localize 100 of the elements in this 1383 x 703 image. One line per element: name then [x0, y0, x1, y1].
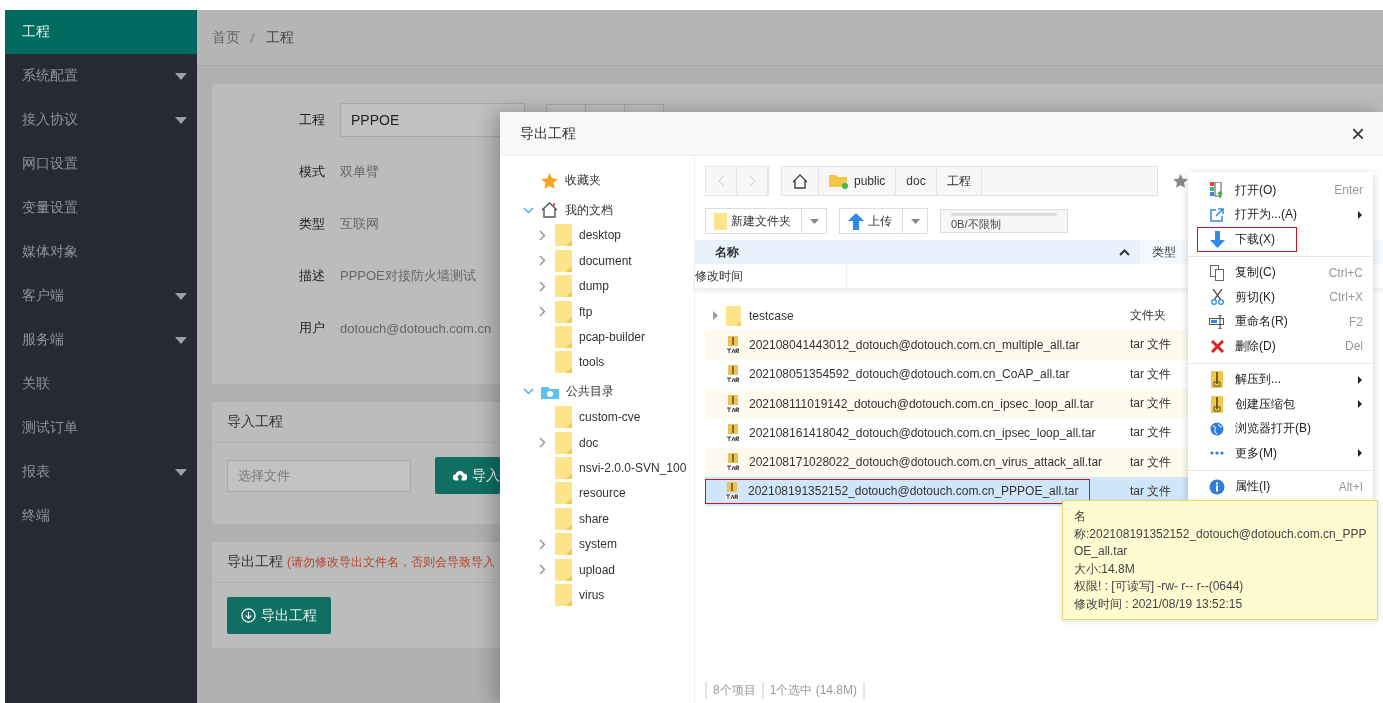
- home-icon: [792, 173, 808, 189]
- tree-item[interactable]: 收藏夹: [500, 168, 694, 194]
- field-label: 描述: [298, 267, 326, 285]
- caret-icon: [175, 72, 187, 80]
- sidebar-item[interactable]: 服务端: [5, 318, 197, 362]
- menu-item[interactable]: 删除(D) Del: [1188, 334, 1373, 359]
- folder-icon: [555, 406, 572, 429]
- path-segment[interactable]: public: [819, 167, 897, 195]
- arrow-up-icon: [848, 212, 864, 230]
- file-type: 文件夹: [1130, 307, 1166, 325]
- tree-item[interactable]: 我的文档: [500, 197, 694, 223]
- tree-item[interactable]: dump: [500, 273, 694, 299]
- tree-item[interactable]: resource: [500, 480, 694, 507]
- tooltip-line: 修改时间 : 2021/08/19 13:52:15: [1074, 595, 1244, 613]
- column-header[interactable]: 修改时间: [695, 264, 847, 288]
- tree-item[interactable]: pcap-builder: [500, 324, 694, 350]
- file-row[interactable]: 202108161418042_dotouch@dotouch.com.cn_ipsec_loop_all.tar tar 文件: [705, 418, 1188, 448]
- rename-icon: [1209, 314, 1225, 329]
- file-row[interactable]: 202108041443012_dotouch@dotouch.com.cn_multiple_all.tar tar 文件: [705, 330, 1188, 360]
- tree-item[interactable]: nsvi-2.0.0-SVN_100: [500, 455, 694, 481]
- upload-button[interactable]: 上传: [839, 208, 928, 234]
- file-name: 202108171028022_dotouch@dotouch.com.cn_virus_attack_all.tar: [749, 455, 1103, 470]
- file-type: tar 文件: [1130, 395, 1172, 413]
- file-row[interactable]: 202108111019142_dotouch@dotouch.com.cn_ipsec_loop_all.tar tar 文件: [705, 388, 1188, 419]
- file-row[interactable]: 202108171028022_dotouch@dotouch.com.cn_virus_attack_all.tar tar 文件: [705, 447, 1188, 477]
- sidebar-item[interactable]: 媒体对象: [5, 230, 197, 274]
- folder-icon: [555, 558, 572, 581]
- path-segment[interactable]: 工程: [936, 167, 982, 195]
- field-value: PPPOE对接防火墙测试: [340, 267, 476, 285]
- status-text: 1个选中 (14.8M): [761, 681, 866, 699]
- file-name: 202108051354592_dotouch@dotouch.com.cn_CoAP_all.tar: [749, 367, 1070, 382]
- chevron-icon: [538, 538, 546, 550]
- star-icon[interactable]: [1173, 174, 1188, 188]
- menu-item[interactable]: 属性(I) Alt+I: [1188, 474, 1373, 499]
- menu-item[interactable]: 更多(M): [1188, 441, 1373, 466]
- chevron-right-icon: [748, 175, 756, 187]
- sidebar-item[interactable]: 工程: [5, 10, 197, 54]
- menu-item[interactable]: 剪切(K) Ctrl+X: [1188, 285, 1373, 310]
- card-title: 导出工程: [227, 553, 283, 571]
- file-type: tar 文件: [1130, 365, 1172, 383]
- column-header[interactable]: 名称: [695, 240, 1140, 264]
- folder-icon: [541, 384, 559, 399]
- sort-up-icon: [1119, 248, 1130, 256]
- menu-item[interactable]: 下载(X): [1197, 227, 1297, 252]
- chevron-icon: [538, 280, 546, 292]
- tree-item[interactable]: document: [500, 248, 694, 274]
- folder-icon: [555, 583, 572, 606]
- submenu-arrow-icon: [1358, 449, 1362, 458]
- field-label: 工程: [298, 111, 326, 129]
- tree-item[interactable]: 公共目录: [500, 379, 694, 405]
- file-row[interactable]: 202108051354592_dotouch@dotouch.com.cn_CoAP_all.tar tar 文件: [705, 359, 1188, 389]
- sidebar-item[interactable]: 网口设置: [5, 142, 197, 186]
- archive-file-icon: [725, 423, 741, 442]
- import-button[interactable]: 导入: [435, 457, 500, 494]
- close-button[interactable]: ×: [1351, 121, 1365, 146]
- status-text: 8个项目: [705, 681, 762, 699]
- shortcut-text: Ctrl+C: [1328, 265, 1363, 280]
- menu-item[interactable]: 浏览器打开(B): [1188, 416, 1373, 441]
- chevron-icon: [538, 437, 546, 449]
- folder-icon: [726, 305, 741, 326]
- field-value: 双单臂: [340, 163, 379, 181]
- tree-item[interactable]: custom-cve: [500, 404, 694, 430]
- menu-item[interactable]: 重命名(R) F2: [1188, 309, 1373, 334]
- menu-item[interactable]: 打开为...(A): [1188, 202, 1373, 227]
- folder-icon: [829, 173, 849, 189]
- tree-item[interactable]: tools: [500, 349, 694, 376]
- more-icon: [1210, 451, 1224, 456]
- sidebar-item[interactable]: 接入协议: [5, 98, 197, 142]
- sidebar-item[interactable]: 关联: [5, 362, 197, 406]
- tree-item[interactable]: share: [500, 506, 694, 532]
- globe-icon: [1210, 421, 1224, 436]
- folder-icon: [555, 300, 572, 323]
- submenu-arrow-icon: [1358, 400, 1362, 409]
- tree-item[interactable]: upload: [500, 556, 694, 583]
- sidebar-item[interactable]: 报表: [5, 450, 197, 494]
- close-icon: [1210, 339, 1224, 353]
- sidebar-item[interactable]: 系统配置: [5, 54, 197, 98]
- file-row[interactable]: testcase 文件夹: [705, 301, 1188, 331]
- sidebar-item[interactable]: 测试订单: [5, 406, 197, 450]
- sidebar-item[interactable]: 终端: [5, 494, 197, 538]
- sidebar-item[interactable]: 客户端: [5, 274, 197, 318]
- tree-item[interactable]: system: [500, 531, 694, 557]
- tree-item[interactable]: ftp: [500, 298, 694, 325]
- export-button[interactable]: 导出工程: [227, 597, 331, 634]
- external-link-icon: [1210, 207, 1224, 222]
- new-folder-button[interactable]: 新建文件夹: [705, 208, 827, 234]
- caret-icon: [175, 116, 187, 124]
- sidebar-item[interactable]: 变量设置: [5, 186, 197, 230]
- tree-item[interactable]: virus: [500, 582, 694, 608]
- copy-icon: [1210, 264, 1224, 281]
- menu-item[interactable]: 解压到...: [1188, 367, 1373, 392]
- file-type: tar 文件: [1130, 424, 1172, 442]
- menu-item[interactable]: 打开(O) Enter: [1188, 178, 1373, 203]
- folder-icon: [555, 275, 572, 298]
- menu-item[interactable]: 创建压缩包: [1188, 392, 1373, 417]
- tree-item[interactable]: desktop: [500, 222, 694, 249]
- menu-item[interactable]: 复制(C) Ctrl+C: [1188, 260, 1373, 285]
- tree-item[interactable]: doc: [500, 429, 694, 456]
- archive-file-icon: [725, 335, 741, 354]
- path-segment[interactable]: doc: [896, 167, 937, 195]
